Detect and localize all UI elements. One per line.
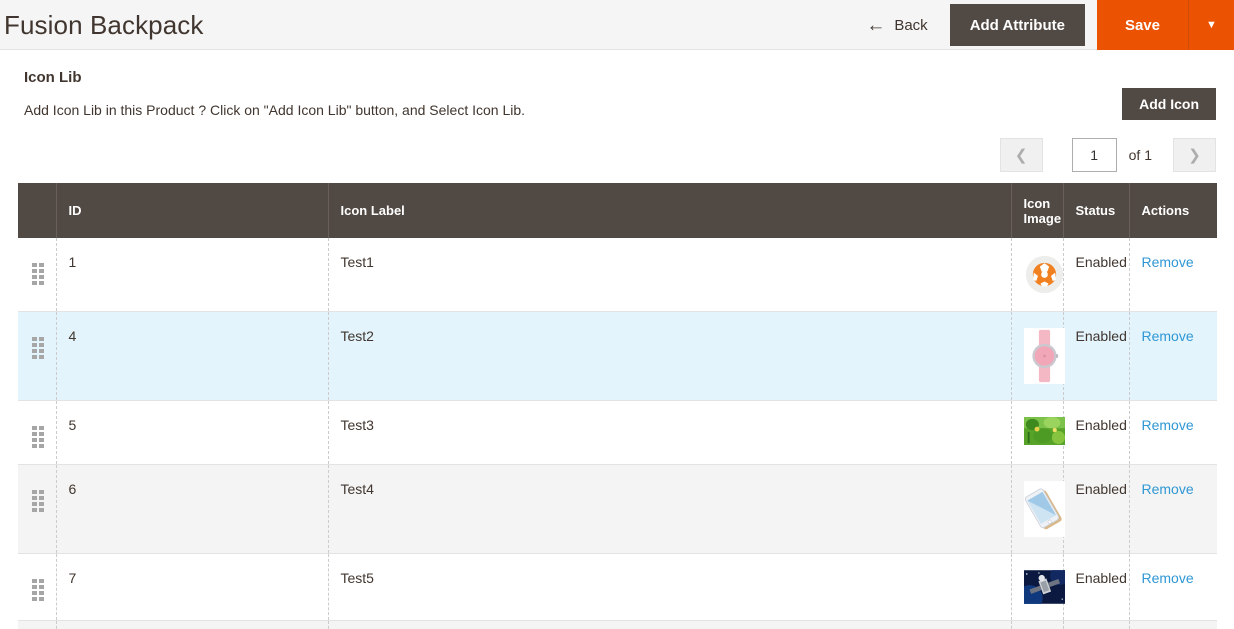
column-header-icon-label: Icon Label <box>328 183 1012 238</box>
drag-handle-icon[interactable] <box>31 490 44 512</box>
table-row[interactable]: 5 Test3 Enabled Remove <box>18 400 1217 465</box>
column-header-id: ID <box>56 183 329 238</box>
page-header: Fusion Backpack ← Back Add Attribute Sav… <box>0 0 1234 50</box>
row-drag-cell[interactable] <box>18 553 57 621</box>
drag-handle-icon[interactable] <box>31 263 44 285</box>
save-button[interactable]: Save <box>1096 0 1188 50</box>
table-row[interactable]: 7 Test5 Enabled Remove <box>18 553 1217 621</box>
page-title: Fusion Backpack <box>4 9 204 40</box>
row-drag-cell[interactable] <box>18 238 57 312</box>
row-status-cell: Enabled <box>1063 464 1130 554</box>
row-status-cell: Enabled <box>1063 311 1130 401</box>
chevron-down-icon: ▼ <box>1206 19 1217 31</box>
row-icon-image-cell <box>1011 238 1065 312</box>
row-id-cell: 1 <box>56 238 329 312</box>
chevron-left-icon: ❮ <box>1014 147 1028 164</box>
table-header: ID Icon Label Icon Image Status Actions <box>18 183 1217 238</box>
row-actions-cell: Remove <box>1129 311 1217 401</box>
chevron-right-icon: ❯ <box>1188 147 1201 164</box>
section-title: Icon Lib <box>24 69 82 86</box>
save-button-group: Save ▼ <box>1096 0 1234 50</box>
add-attribute-button[interactable]: Add Attribute <box>949 4 1085 46</box>
row-icon-image-cell <box>1011 620 1064 629</box>
icon-lib-section: Icon Lib Add Icon Lib in this Product ? … <box>0 50 1234 120</box>
pagination-total-label: of 1 <box>1128 147 1152 163</box>
row-icon-label-cell: Test6 <box>328 620 1012 629</box>
back-button-label: Back <box>894 16 928 34</box>
icon-lib-table: ID Icon Label Icon Image Status Actions … <box>18 183 1217 629</box>
drag-handle-icon[interactable] <box>31 579 44 601</box>
row-drag-cell[interactable] <box>18 464 57 554</box>
save-options-button[interactable]: ▼ <box>1188 0 1234 50</box>
row-icon-label-cell: Test3 <box>328 400 1012 465</box>
row-drag-cell[interactable] <box>18 400 57 465</box>
table-row[interactable]: 9Test6 EnabledRemove <box>18 620 1217 629</box>
remove-link[interactable]: Remove <box>1142 417 1194 433</box>
row-id-cell: 6 <box>56 464 329 554</box>
row-id-cell: 5 <box>56 400 329 465</box>
soccer-ball-icon <box>1023 254 1065 295</box>
row-actions-cell: Remove <box>1129 400 1217 465</box>
row-status-cell: Enabled <box>1063 400 1130 465</box>
add-icon-button[interactable]: Add Icon <box>1122 88 1216 120</box>
table-row[interactable]: 1 Test1 Enabled Remove <box>18 238 1217 312</box>
column-header-drag <box>18 183 57 238</box>
remove-link[interactable]: Remove <box>1142 328 1194 344</box>
row-icon-label-cell: Test5 <box>328 553 1012 621</box>
row-actions-cell: Remove <box>1129 553 1217 621</box>
table-row[interactable]: 4 Test2 Enabled Remove <box>18 311 1217 401</box>
row-icon-image-cell <box>1011 400 1065 465</box>
table-body: 1 Test1 Enabled Remove 4 Test2 Enabled Remove… <box>18 238 1217 629</box>
row-id-cell: 4 <box>56 311 329 401</box>
row-icon-image-cell <box>1011 311 1065 401</box>
column-header-actions: Actions <box>1129 183 1217 238</box>
pagination-controls: ❮ of 1 ❯ <box>0 118 1234 172</box>
row-icon-image-cell <box>1011 464 1065 554</box>
satellite-image <box>1023 570 1065 604</box>
pagination-next-button[interactable]: ❯ <box>1173 138 1216 172</box>
arrow-left-icon: ← <box>866 14 886 36</box>
icon-lib-table-container: ID Icon Label Icon Image Status Actions … <box>0 172 1234 629</box>
back-button[interactable]: ← Back <box>856 0 949 50</box>
row-drag-cell[interactable] <box>18 311 57 401</box>
pagination-page-input[interactable] <box>1071 138 1117 172</box>
drag-handle-icon[interactable] <box>31 426 44 448</box>
pink-watch-image <box>1023 328 1065 384</box>
smartphone-image <box>1023 481 1065 537</box>
row-icon-label-cell: Test4 <box>328 464 1012 554</box>
row-icon-label-cell: Test1 <box>328 238 1012 312</box>
header-actions: ← Back Add Attribute Save ▼ <box>856 0 1234 50</box>
row-status-cell: Enabled <box>1063 620 1130 629</box>
column-header-status: Status <box>1063 183 1130 238</box>
row-id-cell: 7 <box>56 553 329 621</box>
green-nature-image <box>1023 417 1065 445</box>
row-drag-cell[interactable] <box>18 620 57 629</box>
remove-link[interactable]: Remove <box>1142 570 1194 586</box>
row-actions-cell: Remove <box>1129 464 1217 554</box>
remove-link[interactable]: Remove <box>1142 254 1194 270</box>
pagination-previous-button[interactable]: ❮ <box>999 138 1043 172</box>
row-actions-cell: Remove <box>1129 620 1217 629</box>
row-icon-image-cell <box>1011 553 1065 621</box>
row-icon-label-cell: Test2 <box>328 311 1012 401</box>
column-header-icon-image: Icon Image <box>1011 183 1064 238</box>
drag-handle-icon[interactable] <box>31 337 44 359</box>
row-status-cell: Enabled <box>1063 553 1130 621</box>
table-header-row: ID Icon Label Icon Image Status Actions <box>18 183 1217 238</box>
row-status-cell: Enabled <box>1063 238 1130 312</box>
table-row[interactable]: 6 Test4 Enabled Remove <box>18 464 1217 554</box>
remove-link[interactable]: Remove <box>1142 481 1194 497</box>
row-id-cell: 9 <box>56 620 329 629</box>
section-note: Add Icon Lib in this Product ? Click on … <box>24 102 526 118</box>
row-actions-cell: Remove <box>1129 238 1217 312</box>
